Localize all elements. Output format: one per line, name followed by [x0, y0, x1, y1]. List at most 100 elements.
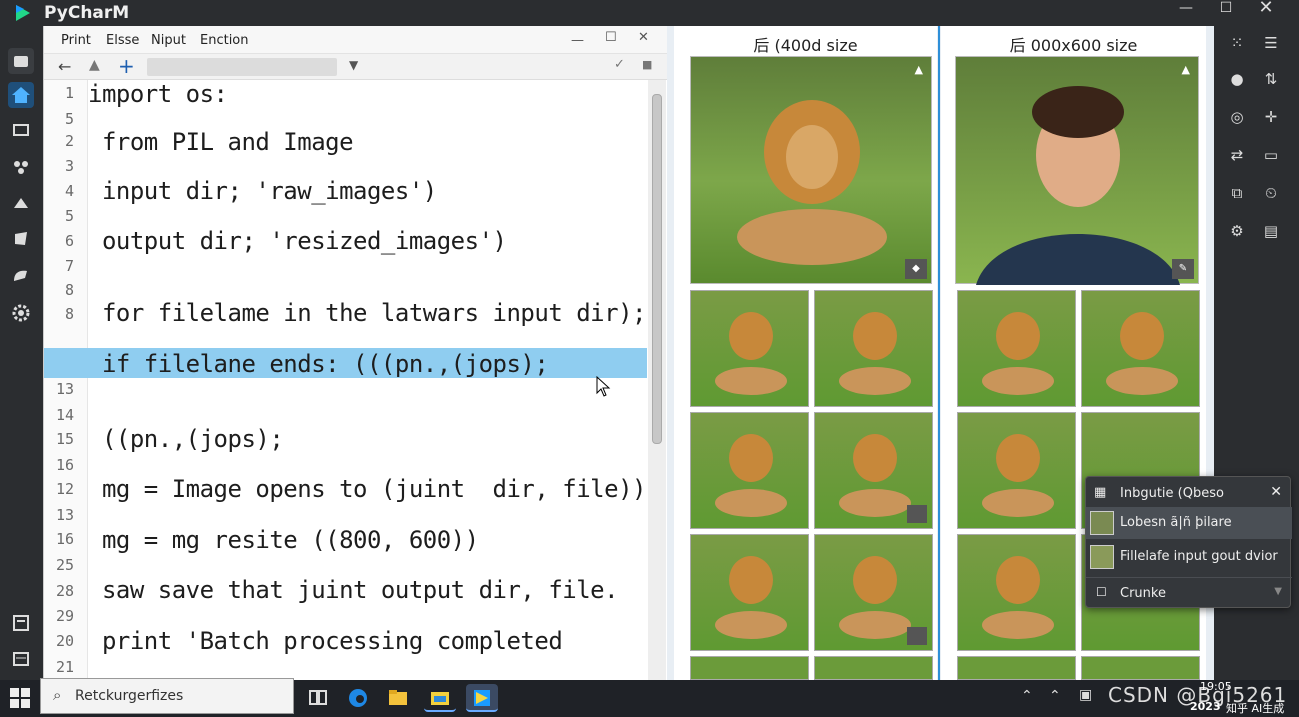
code-line: saw save that juint output dir, file.: [88, 576, 619, 604]
lion-thumbnail[interactable]: [957, 656, 1076, 680]
taskbar-search-box[interactable]: ⌕ Retckurgerfizes: [40, 678, 294, 714]
minimize-button[interactable]: —: [1166, 0, 1206, 26]
close-button[interactable]: ✕: [1246, 0, 1286, 26]
collapse-icon[interactable]: ▲: [915, 63, 923, 76]
lion-thumbnail[interactable]: [690, 656, 809, 680]
ai-watermark: 知乎 AI生成: [1226, 702, 1285, 715]
grid-icon[interactable]: ⁙: [1228, 34, 1246, 52]
stack-icon[interactable]: ▤: [1262, 222, 1280, 240]
lion-large-image[interactable]: ▲ ◆: [690, 56, 932, 284]
plugins-icon[interactable]: [8, 262, 34, 288]
task-view-icon[interactable]: [302, 684, 334, 712]
lion-thumbnail[interactable]: [1081, 656, 1200, 680]
popup-item[interactable]: ☐ Crunke ▼: [1086, 577, 1292, 607]
column-divider[interactable]: [938, 26, 940, 680]
menu-else[interactable]: Elsse: [106, 33, 139, 48]
gear-icon[interactable]: ⚙: [1228, 222, 1246, 240]
menu-print[interactable]: Print: [61, 33, 91, 48]
tray-disk-icon[interactable]: ▣: [1079, 687, 1092, 703]
lion-thumbnail[interactable]: [814, 290, 933, 407]
lion-thumbnail[interactable]: [957, 290, 1076, 407]
edge-browser-icon[interactable]: [342, 684, 374, 712]
project-icon[interactable]: [8, 48, 34, 74]
up-arrow-icon[interactable]: ▲: [89, 57, 100, 73]
minimize-editor-icon[interactable]: —: [571, 33, 584, 48]
lion-thumbnail[interactable]: [814, 534, 933, 651]
bookmark-icon[interactable]: ◆: [905, 259, 927, 279]
line-number: 7: [64, 257, 74, 275]
path-field[interactable]: [147, 58, 337, 76]
portrait-large-image[interactable]: ▲ ✎: [955, 56, 1199, 285]
popup-item[interactable]: Lobesn ã|ñ þilare: [1086, 507, 1292, 539]
lion-thumbnail[interactable]: [814, 656, 933, 680]
line-number: 25: [55, 556, 74, 574]
avatar: [1090, 545, 1114, 569]
file-explorer-icon[interactable]: [382, 684, 414, 712]
menu-function[interactable]: Enction: [200, 33, 249, 48]
maximize-editor-icon[interactable]: ☐: [605, 30, 617, 45]
lion-thumbnail[interactable]: [690, 290, 809, 407]
start-windows-icon[interactable]: [10, 688, 30, 708]
search-icon[interactable]: ●: [1228, 70, 1246, 88]
line-number: 8: [64, 281, 74, 299]
scrollbar-thumb[interactable]: [652, 94, 662, 444]
lion-thumbnail[interactable]: [957, 412, 1076, 529]
lion-thumbnail[interactable]: [814, 412, 933, 529]
editor-vertical-scrollbar[interactable]: [648, 80, 666, 680]
chevron-down-icon[interactable]: ▼: [1274, 586, 1282, 597]
line-number: 20: [55, 632, 74, 650]
line-number: 12: [55, 480, 74, 498]
close-editor-icon[interactable]: ✕: [638, 30, 649, 45]
line-number: 5: [64, 207, 74, 225]
layers-icon[interactable]: ⧉: [1228, 184, 1246, 202]
home-icon[interactable]: [8, 82, 34, 108]
commit-icon[interactable]: [8, 118, 34, 144]
tray-chevron-icon[interactable]: ⌃: [1021, 688, 1033, 704]
check-icon[interactable]: ✓: [614, 57, 625, 72]
checkbox-icon[interactable]: ☐: [1096, 585, 1107, 599]
line-number: 5: [64, 110, 74, 128]
adjust-icon[interactable]: ⇄: [1228, 146, 1246, 164]
bookmarks-icon[interactable]: [8, 226, 34, 252]
lion-thumbnail[interactable]: [1081, 290, 1200, 407]
folder-app-icon[interactable]: [424, 684, 456, 712]
search-icon: ⌕: [53, 686, 62, 704]
popup-item-label: Crunke: [1120, 586, 1166, 601]
settings-icon[interactable]: [8, 300, 34, 326]
line-number: 2: [64, 132, 74, 150]
maximize-button[interactable]: ☐: [1206, 0, 1246, 26]
line-number: 15: [55, 430, 74, 448]
edit-icon[interactable]: ✎: [1172, 259, 1194, 279]
code-line: mg = mg resite ((800, 600)): [88, 526, 479, 554]
collapse-icon[interactable]: ▲: [1182, 63, 1190, 76]
list-icon[interactable]: ☰: [1262, 34, 1280, 52]
window-icon[interactable]: ▭: [1262, 146, 1280, 164]
left-tool-sidebar: [0, 26, 43, 680]
terminal-icon[interactable]: [8, 610, 34, 636]
popup-close-icon[interactable]: ✕: [1270, 484, 1282, 500]
code-editor-panel: Print Elsse Niput Enction — ☐ ✕ ← ▲ + ▼ …: [43, 26, 668, 680]
menu-input[interactable]: Niput: [151, 33, 186, 48]
popup-item[interactable]: Fillelafe input gout dvior: [1086, 541, 1292, 573]
structure-icon[interactable]: [8, 154, 34, 180]
dropdown-chevron-icon[interactable]: ▼: [349, 58, 358, 72]
back-arrow-icon[interactable]: ←: [58, 57, 71, 76]
run-icon[interactable]: [8, 190, 34, 216]
popup-title: Inbgutie (Qbeso: [1120, 486, 1224, 501]
move-icon[interactable]: ✛: [1262, 108, 1280, 126]
line-number: 29: [55, 607, 74, 625]
add-icon[interactable]: +: [118, 54, 135, 78]
sort-icon[interactable]: ⇅: [1262, 70, 1280, 88]
column-title: 后 (400d size: [753, 36, 858, 55]
pin-icon[interactable]: ■: [642, 58, 652, 71]
lion-thumbnail[interactable]: [690, 412, 809, 529]
lion-thumbnail[interactable]: [957, 534, 1076, 651]
timer-icon[interactable]: ⏲: [1262, 184, 1280, 202]
pycharm-taskbar-icon[interactable]: [466, 684, 498, 712]
tray-up-icon[interactable]: ⌃: [1049, 688, 1061, 704]
code-area[interactable]: import os: from PIL and Image input dir;…: [88, 80, 648, 680]
lion-thumbnail[interactable]: [690, 534, 809, 651]
problems-icon[interactable]: [8, 646, 34, 672]
popup-header: ▦ Inbgutie (Qbeso ✕: [1086, 477, 1292, 511]
target-icon[interactable]: ◎: [1228, 108, 1246, 126]
